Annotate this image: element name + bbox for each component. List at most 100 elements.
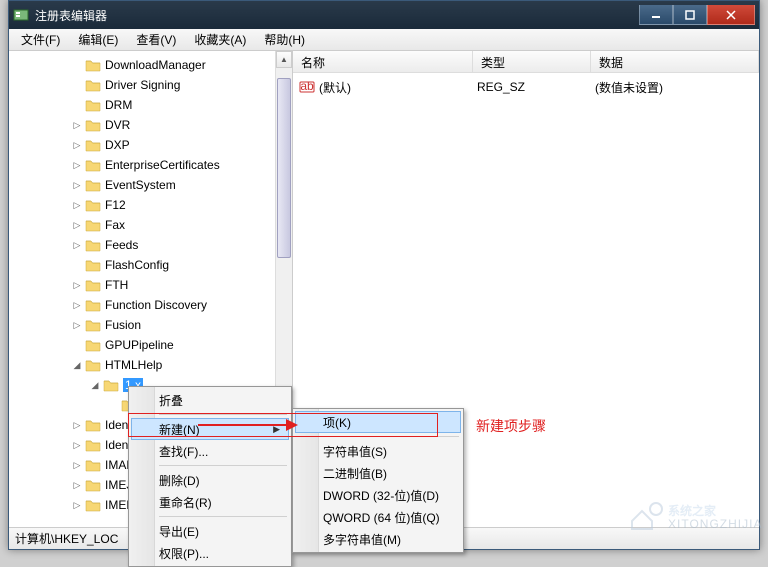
expand-icon[interactable]: ▷ [71,199,83,211]
menu-edit[interactable]: 编辑(E) [70,29,126,50]
tree-item[interactable]: ▷ EventSystem [9,175,292,195]
tree-item[interactable]: DRM [9,95,292,115]
expand-icon[interactable] [71,259,83,271]
menu-separator [323,436,459,437]
status-path: 计算机\HKEY_LOC [15,530,118,547]
expand-icon[interactable]: ▷ [71,219,83,231]
tree-label: F12 [105,198,126,212]
context-menu[interactable]: 折叠新建(N)▶查找(F)... 删除(D)重命名(R) 导出(E)权限(P)... [128,386,292,567]
expand-icon[interactable]: ▷ [71,479,83,491]
expand-icon[interactable]: ▷ [71,499,83,511]
col-type[interactable]: 类型 [473,51,591,72]
menu-item[interactable]: 折叠 [131,389,289,411]
window-title: 注册表编辑器 [35,7,639,24]
tree-label: EnterpriseCertificates [105,158,220,172]
tree-item[interactable]: ▷ Function Discovery [9,295,292,315]
tree-label: GPUPipeline [105,338,174,352]
cell-data: (数值未设置) [595,79,663,96]
menu-item[interactable]: QWORD (64 位)值(Q) [295,506,461,528]
tree-label: DXP [105,138,130,152]
menu-separator [159,414,287,415]
expand-icon[interactable]: ▷ [71,239,83,251]
expand-icon[interactable]: ▷ [71,419,83,431]
menu-favorites[interactable]: 收藏夹(A) [186,29,254,50]
watermark-text: 系统之家 [668,503,717,518]
tree-item[interactable]: GPUPipeline [9,335,292,355]
tree-item[interactable]: ▷ FTH [9,275,292,295]
menu-separator [159,516,287,517]
menu-item[interactable]: 查找(F)... [131,440,289,462]
watermark: 系统之家 XITONGZHIJIA.NET [624,493,764,536]
expand-icon[interactable] [71,79,83,91]
list-header: 名称 类型 数据 [293,51,759,73]
menu-item[interactable]: 新建(N)▶ [131,418,289,440]
menu-file[interactable]: 文件(F) [13,29,68,50]
cell-name: (默认) [319,79,477,96]
list-row[interactable]: ab(默认)REG_SZ(数值未设置) [293,77,759,97]
col-name[interactable]: 名称 [293,51,473,72]
expand-icon[interactable]: ▷ [71,459,83,471]
expand-icon[interactable]: ▷ [71,299,83,311]
minimize-button[interactable] [639,5,673,25]
tree-label: Feeds [105,238,138,252]
tree-item[interactable]: ▷ EnterpriseCertificates [9,155,292,175]
maximize-button[interactable] [673,5,707,25]
expand-icon[interactable]: ◢ [89,379,101,391]
expand-icon[interactable] [71,339,83,351]
expand-icon[interactable]: ▷ [71,179,83,191]
menu-item[interactable]: 导出(E) [131,520,289,542]
tree-item[interactable]: ▷ Feeds [9,235,292,255]
col-data[interactable]: 数据 [591,51,759,72]
tree-item[interactable]: ▷ Fusion [9,315,292,335]
menu-item[interactable]: 重命名(R) [131,491,289,513]
expand-icon[interactable]: ▷ [71,279,83,291]
tree-item[interactable]: ◢ HTMLHelp [9,355,292,375]
menu-item[interactable]: 多字符串值(M) [295,528,461,550]
expand-icon[interactable]: ▷ [71,439,83,451]
close-button[interactable] [707,5,755,25]
expand-icon[interactable]: ▷ [71,159,83,171]
titlebar[interactable]: 注册表编辑器 [9,1,759,29]
menu-item[interactable]: 字符串值(S) [295,440,461,462]
tree-item[interactable]: Driver Signing [9,75,292,95]
tree-item[interactable]: FlashConfig [9,255,292,275]
tree-item[interactable]: ▷ DXP [9,135,292,155]
tree-label: DownloadManager [105,58,206,72]
expand-icon[interactable]: ◢ [71,359,83,371]
string-value-icon: ab [299,79,315,95]
tree-item[interactable]: ▷ F12 [9,195,292,215]
menu-separator [159,465,287,466]
menubar: 文件(F) 编辑(E) 查看(V) 收藏夹(A) 帮助(H) [9,29,759,51]
expand-icon[interactable]: ▷ [71,319,83,331]
tree-item[interactable]: ▷ Fax [9,215,292,235]
tree-label: HTMLHelp [105,358,162,372]
app-icon [13,7,29,23]
tree-label: FlashConfig [105,258,169,272]
tree-label: Fax [105,218,125,232]
expand-icon[interactable] [107,399,119,411]
expand-icon[interactable] [71,59,83,71]
menu-item[interactable]: 项(K) [295,411,461,433]
tree-item[interactable]: DownloadManager [9,55,292,75]
tree-label: FTH [105,278,128,292]
tree-label: Fusion [105,318,141,332]
menu-view[interactable]: 查看(V) [128,29,184,50]
menu-item[interactable]: 二进制值(B) [295,462,461,484]
menu-help[interactable]: 帮助(H) [256,29,313,50]
tree-label: EventSystem [105,178,176,192]
menu-item[interactable]: DWORD (32-位)值(D) [295,484,461,506]
menu-item[interactable]: 删除(D) [131,469,289,491]
context-submenu-new[interactable]: 项(K) 字符串值(S)二进制值(B)DWORD (32-位)值(D)QWORD … [292,408,464,553]
expand-icon[interactable]: ▷ [71,119,83,131]
menu-item[interactable]: 权限(P)... [131,542,289,564]
tree-label: Driver Signing [105,78,180,92]
watermark-url: XITONGZHIJIA.NET [668,517,764,531]
tree-label: Function Discovery [105,298,207,312]
expand-icon[interactable] [71,99,83,111]
tree-label: DRM [105,98,132,112]
cell-type: REG_SZ [477,80,595,94]
tree-label: DVR [105,118,130,132]
submenu-arrow-icon: ▶ [273,424,280,435]
tree-item[interactable]: ▷ DVR [9,115,292,135]
expand-icon[interactable]: ▷ [71,139,83,151]
